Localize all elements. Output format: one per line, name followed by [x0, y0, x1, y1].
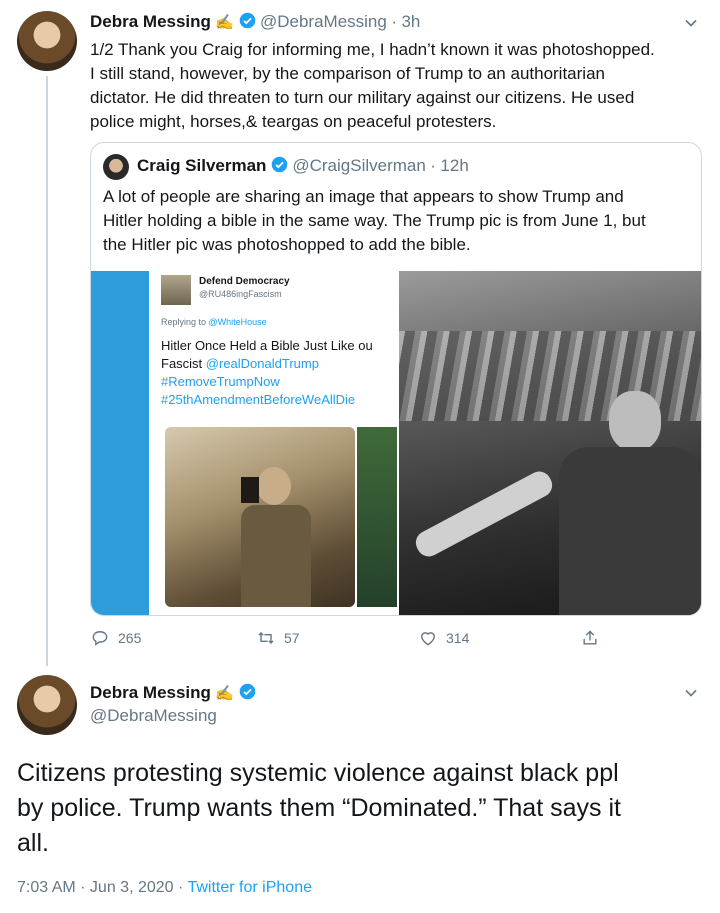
bw-photo [399, 271, 701, 615]
quoted-text-line: the Hitler pic was photoshopped to add t… [103, 235, 471, 254]
avatar[interactable] [17, 11, 77, 71]
replying-handle: @WhiteHouse [208, 317, 267, 327]
author-handle[interactable]: @DebraMessing [260, 12, 387, 31]
quoted-tweet[interactable]: Craig Silverman @CraigSilverman · 12h A … [90, 142, 702, 616]
verified-badge-icon [239, 683, 255, 700]
chevron-down-icon[interactable] [684, 686, 698, 700]
sepia-photo [165, 427, 355, 607]
tweet2-name-row: Debra Messing ✍ [90, 683, 256, 703]
quoted-avatar [103, 154, 129, 180]
embedded-text: Hitler Once Held a Bible Just Like ou Fa… [161, 337, 397, 409]
heart-icon [421, 632, 435, 646]
embedded-account-name: Defend Democracy [199, 276, 290, 287]
tweet-header: Debra Messing ✍ @DebraMessing · 3h [90, 12, 420, 32]
quoted-text-line: A lot of people are sharing an image tha… [103, 187, 624, 206]
blue-sidebar [91, 271, 149, 615]
quoted-media[interactable]: Defend Democracy @RU486ingFascism Replyi… [91, 271, 701, 615]
tweet-text-line: police might, horses,& teargas on peacef… [90, 112, 497, 131]
dot-separator: · [391, 12, 397, 31]
tweet-text-line: 1/2 Thank you Craig for informing me, I … [90, 40, 655, 59]
verified-badge-icon [239, 12, 255, 29]
photo-uniform [559, 447, 701, 615]
reply-button[interactable]: 265 [90, 628, 141, 648]
tweet2-text-line: Citizens protesting systemic violence ag… [17, 759, 619, 787]
quoted-author-name: Craig Silverman [137, 156, 267, 175]
tweet2-text: Citizens protesting systemic violence ag… [17, 756, 707, 861]
photo-edge [357, 427, 397, 607]
embedded-line: Fascist @realDonaldTrump [161, 355, 397, 373]
quoted-author-handle: @CraigSilverman [292, 156, 426, 175]
replying-prefix: Replying to [161, 317, 209, 327]
quoted-header: Craig Silverman @CraigSilverman · 12h [137, 156, 469, 176]
tweet-time[interactable]: 3h [401, 12, 420, 31]
verified-badge-icon [271, 156, 288, 173]
author-name[interactable]: Debra Messing [90, 683, 211, 702]
embedded-fascist-word: Fascist [161, 356, 206, 371]
avatar[interactable] [17, 675, 77, 735]
photo-bible [241, 477, 259, 503]
photo-figure-body [241, 505, 311, 607]
chevron-down-icon[interactable] [684, 16, 698, 30]
tweet-text: 1/2 Thank you Craig for informing me, I … [90, 38, 710, 134]
photo-arm [411, 467, 557, 561]
like-count: 314 [446, 630, 470, 646]
retweet-button[interactable]: 57 [256, 628, 300, 648]
thread-line [46, 76, 48, 666]
tweet-text-line: dictator. He did threaten to turn our mi… [90, 88, 635, 107]
tweet2-text-line: all. [17, 829, 49, 857]
embedded-avatar [161, 275, 191, 305]
dot-separator: · [430, 156, 436, 175]
timestamp[interactable]: 7:03 AM · Jun 3, 2020 · [17, 879, 187, 896]
embedded-screenshot: Defend Democracy @RU486ingFascism Replyi… [91, 271, 397, 615]
quoted-text-line: Hitler holding a bible in the same way. … [103, 211, 646, 230]
photo-face [609, 391, 661, 451]
author-handle[interactable]: @DebraMessing [90, 706, 217, 726]
quoted-text: A lot of people are sharing an image tha… [103, 185, 693, 257]
quill-emoji-icon: ✍ [215, 14, 235, 31]
reply-count: 265 [118, 630, 142, 646]
share-button[interactable] [580, 628, 600, 648]
tweet2-text-line: by police. Trump wants them “Dominated.”… [17, 794, 621, 822]
author-name[interactable]: Debra Messing [90, 12, 211, 31]
share-icon [583, 630, 597, 645]
embedded-line: Hitler Once Held a Bible Just Like ou [161, 338, 373, 353]
tweet-meta: 7:03 AM · Jun 3, 2020 · Twitter for iPho… [17, 879, 312, 897]
tweet-text-line: I still stand, however, by the compariso… [90, 64, 605, 83]
retweet-count: 57 [284, 630, 300, 646]
embedded-replying-to: Replying to @WhiteHouse [161, 317, 267, 327]
quill-emoji-icon: ✍ [215, 685, 235, 702]
embedded-hashtag: #25thAmendmentBeforeWeAllDie [161, 392, 356, 407]
source-link[interactable]: Twitter for iPhone [187, 879, 312, 896]
reply-icon [92, 631, 108, 646]
quoted-tweet-time: 12h [440, 156, 469, 175]
embedded-mention: @realDonaldTrump [205, 356, 319, 371]
photo-figure-head [257, 467, 291, 505]
embedded-hashtag: #RemoveTrumpNow [161, 374, 280, 389]
retweet-icon [258, 631, 274, 645]
like-button[interactable]: 314 [418, 628, 469, 648]
embedded-account-handle: @RU486ingFascism [199, 289, 282, 299]
